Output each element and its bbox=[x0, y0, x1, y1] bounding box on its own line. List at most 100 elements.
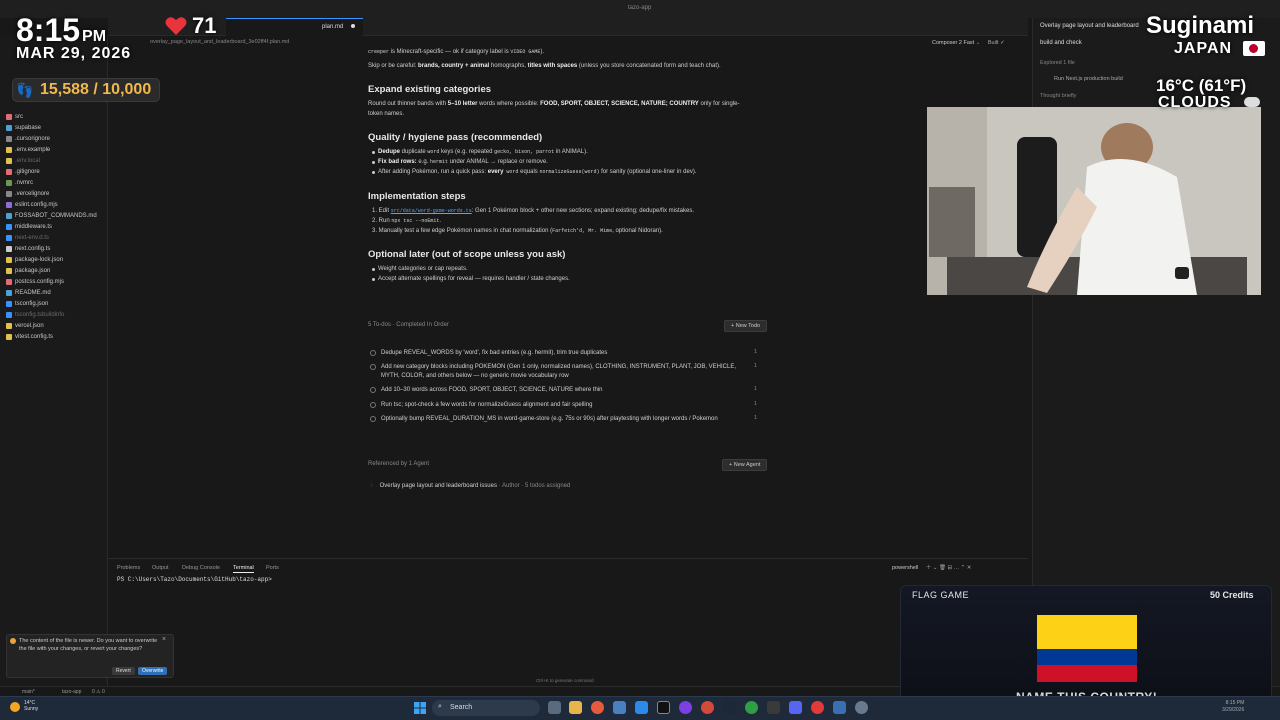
explorer-item[interactable]: next-env.d.ts bbox=[6, 235, 49, 241]
heading-optional: Optional later (out of scope unless you … bbox=[368, 249, 566, 260]
explorer-item[interactable]: .gitignore bbox=[6, 169, 40, 175]
inline-code: VIDEO GAME bbox=[510, 49, 541, 55]
explorer-item-label: .gitignore bbox=[15, 169, 40, 175]
explorer-item[interactable]: package-lock.json bbox=[6, 257, 63, 263]
tab-output[interactable]: Output bbox=[152, 565, 169, 571]
explorer-item[interactable]: README.md bbox=[6, 290, 51, 296]
close-icon[interactable]: × bbox=[162, 636, 166, 643]
explorer-item[interactable]: vercel.json bbox=[6, 323, 44, 329]
tab-terminal[interactable]: Terminal bbox=[233, 565, 254, 573]
bullet-dot bbox=[372, 278, 375, 281]
taskbar-weather[interactable]: 14°C Sunny bbox=[24, 700, 38, 712]
steam-icon[interactable] bbox=[723, 701, 736, 714]
explorer-item[interactable]: .cursorignore bbox=[6, 136, 50, 142]
new-agent-button[interactable]: + New Agent bbox=[722, 459, 768, 471]
referenced-agent-item[interactable]: ◌ Overlay page layout and leaderboard iss… bbox=[370, 483, 570, 489]
doc-text: ). bbox=[540, 49, 545, 55]
file-icon bbox=[6, 312, 12, 318]
tab-ports[interactable]: Ports bbox=[266, 565, 279, 571]
step-count: 15,588 / 10,000 bbox=[40, 81, 152, 98]
doc-text: Run bbox=[378, 218, 392, 224]
file-icon bbox=[6, 279, 12, 285]
explorer-item-label: middleware.ts bbox=[15, 224, 53, 230]
tab-problems[interactable]: Problems bbox=[117, 565, 140, 571]
explorer-item-label: eslint.config.mjs bbox=[15, 202, 58, 208]
chat-run-step[interactable]: Run Next.js production build bbox=[1054, 76, 1123, 82]
project-indicator[interactable]: tazo-app bbox=[62, 689, 81, 695]
branch-indicator[interactable]: main* bbox=[22, 689, 35, 695]
explorer-item[interactable]: FOSSABOT_COMMANDS.md bbox=[6, 213, 97, 219]
todo-count: 1 bbox=[754, 363, 758, 369]
inline-code: npx tsc --noEmit bbox=[391, 218, 440, 224]
clock-time: 8:15 bbox=[16, 12, 81, 48]
terminal-prompt[interactable]: PS C:\Users\Tazo\Documents\GitHub\tazo-a… bbox=[117, 576, 272, 583]
heading-expand: Expand existing categories bbox=[368, 84, 492, 95]
file-explorer-icon[interactable] bbox=[569, 701, 582, 714]
todo-status-circle-icon[interactable] bbox=[370, 416, 376, 422]
taskbar-search[interactable] bbox=[432, 700, 540, 716]
revert-button[interactable]: Revert bbox=[112, 667, 135, 675]
todo-text: Dedupe REVEAL_WORDS by 'word', fix bad e… bbox=[381, 350, 608, 356]
terminal-actions-icons[interactable]: ＋ ⌄ 🗑 ⊟ … ⌃ ✕ bbox=[926, 565, 972, 571]
tab-debug-console[interactable]: Debug Console bbox=[182, 565, 220, 571]
cursor-icon[interactable] bbox=[657, 701, 670, 714]
xbox-icon[interactable] bbox=[745, 701, 758, 714]
inline-code: word bbox=[427, 149, 440, 155]
inline-code: normalizeGuess(word) bbox=[539, 169, 600, 175]
doc-text: under ANIMAL → replace or remove. bbox=[448, 159, 548, 165]
explorer-item[interactable]: vitest.config.ts bbox=[6, 334, 53, 340]
explorer-item[interactable]: package.json bbox=[6, 268, 50, 274]
doc-bullet: Weight categories or cap repeats. bbox=[378, 266, 468, 272]
todo-text: Add 10–30 words across FOOD, SPORT, OBJE… bbox=[381, 387, 603, 393]
todo-status-circle-icon[interactable] bbox=[370, 364, 376, 370]
app-icon[interactable] bbox=[613, 701, 626, 714]
system-clock[interactable]: 8:15 PM 3/29/2026 bbox=[1222, 700, 1244, 713]
obs-icon[interactable] bbox=[679, 701, 692, 714]
step-number: 1. bbox=[372, 208, 379, 214]
composer-label: Composer 2 Fast bbox=[932, 40, 975, 46]
explorer-item[interactable]: supabase bbox=[6, 125, 41, 131]
doc-step: 2. Run npx tsc --noEmit. bbox=[372, 217, 441, 226]
firefox-icon[interactable] bbox=[591, 701, 604, 714]
colombia-flag-icon bbox=[1037, 615, 1137, 682]
doc-line: creeper is Minecraft-specific — ok if ca… bbox=[368, 48, 544, 57]
problems-indicator[interactable]: 0 ⚠ 0 bbox=[92, 689, 105, 695]
explorer-item[interactable]: middleware.ts bbox=[6, 224, 52, 230]
file-link[interactable]: src/data/word-game-words.ts bbox=[391, 208, 472, 214]
tab-plan-md[interactable]: plan.md bbox=[226, 18, 364, 36]
flag-stripe-yellow bbox=[1037, 615, 1137, 649]
todo-status-circle-icon[interactable] bbox=[370, 387, 376, 393]
settings-gear-icon[interactable] bbox=[855, 701, 868, 714]
explorer-item[interactable]: .env.example bbox=[6, 147, 50, 153]
todo-status-circle-icon[interactable] bbox=[370, 350, 376, 356]
new-todo-button[interactable]: + New Todo bbox=[724, 320, 768, 332]
task-view-icon[interactable] bbox=[548, 701, 561, 714]
explorer-item[interactable]: eslint.config.mjs bbox=[6, 202, 58, 208]
explorer-item-label: .vercelignore bbox=[15, 191, 50, 197]
explorer-item[interactable]: src bbox=[6, 114, 23, 120]
explorer-item[interactable]: tsconfig.tsbuildinfo bbox=[6, 312, 64, 318]
todo-status-circle-icon[interactable] bbox=[370, 402, 376, 408]
doc-bold: Dedupe bbox=[378, 149, 401, 155]
chrome-icon[interactable] bbox=[701, 701, 714, 714]
overwrite-button[interactable]: Overwrite bbox=[138, 667, 168, 675]
bullet-dot bbox=[372, 151, 375, 154]
file-icon bbox=[6, 191, 12, 197]
explorer-item[interactable]: next.config.ts bbox=[6, 246, 50, 252]
composer-model[interactable]: Composer 2 Fast ⌄ Built ✓ bbox=[932, 40, 1005, 46]
store-icon[interactable] bbox=[833, 701, 846, 714]
explorer-item[interactable]: tsconfig.json bbox=[6, 301, 48, 307]
bullet-dot bbox=[372, 161, 375, 164]
capcut-icon[interactable] bbox=[767, 701, 780, 714]
windows-start-icon[interactable] bbox=[414, 701, 426, 714]
vscode-icon[interactable] bbox=[635, 701, 648, 714]
explorer-item[interactable]: postcss.config.mjs bbox=[6, 279, 64, 285]
discord-icon[interactable] bbox=[789, 701, 802, 714]
terminal-shell-label[interactable]: powershell ＋ ⌄ 🗑 ⊟ … ⌃ ✕ bbox=[892, 563, 971, 571]
explorer-item[interactable]: .vercelignore bbox=[6, 191, 49, 197]
media-icon[interactable] bbox=[811, 701, 824, 714]
chat-explored: Explored 1 file bbox=[1040, 60, 1075, 66]
explorer-item[interactable]: .env.local bbox=[6, 158, 40, 164]
taskbar-weather-cond: Sunny bbox=[24, 706, 39, 712]
explorer-item[interactable]: .nvmrc bbox=[6, 180, 33, 186]
